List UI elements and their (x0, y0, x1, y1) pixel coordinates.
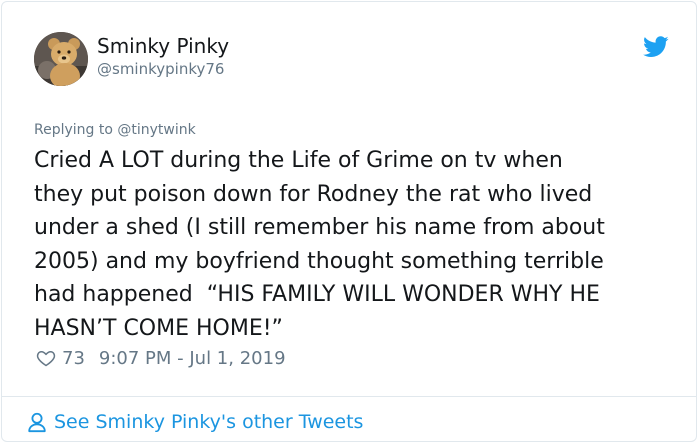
see-other-tweets-link[interactable]: See Sminky Pinky's other Tweets (26, 408, 363, 436)
author-name[interactable]: Sminky Pinky (97, 34, 229, 58)
replying-to-line: Replying to @tinytwink (34, 122, 196, 138)
twitter-bird-icon[interactable] (643, 36, 669, 58)
tweet-meta: 73 9:07 PM - Jul 1, 2019 (36, 346, 286, 370)
footer-divider (2, 396, 696, 397)
like-count[interactable]: 73 (62, 348, 85, 369)
replying-to-prefix: Replying to (34, 122, 118, 138)
tweet-timestamp[interactable]: 9:07 PM - Jul 1, 2019 (99, 348, 286, 369)
author-handle[interactable]: @sminkypinky76 (97, 60, 224, 78)
tweet-text: Cried A LOT during the Life of Grime on … (34, 148, 605, 341)
person-icon (28, 412, 46, 433)
heart-icon[interactable] (36, 348, 56, 368)
replying-to-handle-link[interactable]: @tinytwink (117, 122, 195, 138)
avatar-teddy-bear-image (34, 32, 88, 86)
see-other-tweets-label[interactable]: See Sminky Pinky's other Tweets (54, 411, 363, 433)
avatar[interactable] (34, 32, 88, 86)
embedded-tweet-card: Sminky Pinky @sminkypinky76 Replying to … (1, 1, 697, 442)
